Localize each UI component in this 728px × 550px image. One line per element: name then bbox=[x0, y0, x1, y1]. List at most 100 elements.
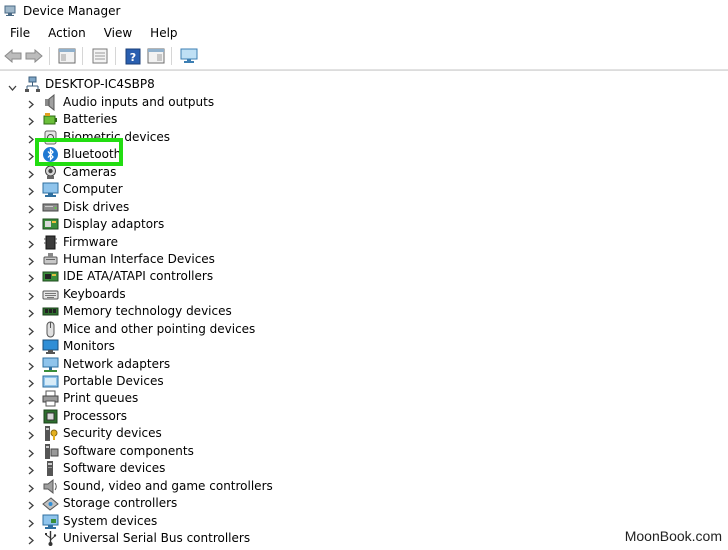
chevron-right-icon[interactable] bbox=[27, 499, 35, 510]
tree-item-label: Bluetooth bbox=[63, 147, 122, 162]
tree-item-network-adapter[interactable]: Network adapters bbox=[0, 356, 400, 373]
security-device-icon bbox=[42, 425, 59, 442]
chevron-right-icon[interactable] bbox=[27, 360, 35, 371]
computer-network-icon bbox=[24, 76, 41, 93]
processor-icon bbox=[42, 408, 59, 425]
forward-arrow-icon[interactable] bbox=[24, 46, 44, 66]
window-title: Device Manager bbox=[23, 4, 121, 18]
tree-item-keyboard[interactable]: Keyboards bbox=[0, 286, 400, 303]
chevron-right-icon[interactable] bbox=[27, 220, 35, 231]
tree-item-label: Audio inputs and outputs bbox=[63, 95, 215, 109]
chevron-right-icon[interactable] bbox=[27, 98, 35, 109]
camera-icon bbox=[42, 164, 59, 181]
chevron-right-icon[interactable] bbox=[27, 133, 35, 144]
chevron-right-icon[interactable] bbox=[27, 464, 35, 475]
chevron-right-icon[interactable] bbox=[27, 115, 35, 126]
tree-item-display-adapter[interactable]: Display adaptors bbox=[0, 216, 400, 233]
tree-item-usb-controller[interactable]: Universal Serial Bus controllers bbox=[0, 530, 400, 547]
tree-item-label: Mice and other pointing devices bbox=[63, 321, 256, 336]
tree-item-mouse[interactable]: Mice and other pointing devices bbox=[0, 321, 400, 338]
tree-item-disk-drive[interactable]: Disk drives bbox=[0, 199, 400, 216]
tree-item-monitor[interactable]: Monitors bbox=[0, 338, 400, 355]
tree-item-speaker[interactable]: Audio inputs and outputs bbox=[0, 93, 400, 112]
network-adapter-icon bbox=[42, 356, 59, 373]
chevron-down-icon[interactable] bbox=[8, 81, 17, 91]
printer-icon bbox=[42, 390, 59, 407]
chevron-right-icon[interactable] bbox=[27, 342, 35, 353]
tree-item-hid[interactable]: Human Interface Devices bbox=[0, 251, 400, 268]
ide-controller-icon bbox=[42, 268, 59, 285]
tree-item-storage-controller[interactable]: Storage controllers bbox=[0, 495, 400, 512]
keyboard-icon bbox=[42, 286, 59, 303]
system-device-icon bbox=[42, 513, 59, 530]
toolbar: ? bbox=[0, 43, 728, 70]
tree-item-label: IDE ATA/ATAPI controllers bbox=[63, 269, 214, 284]
details-pane-icon[interactable] bbox=[90, 46, 110, 66]
tree-item-label: Human Interface Devices bbox=[63, 251, 215, 266]
tree-item-bluetooth[interactable]: Bluetooth bbox=[0, 146, 400, 163]
tree-item-sound-controller[interactable]: Sound, video and game controllers bbox=[0, 478, 400, 495]
scan-hardware-icon[interactable] bbox=[179, 46, 199, 66]
chevron-right-icon[interactable] bbox=[27, 203, 35, 214]
tree-item-label: Software components bbox=[63, 443, 194, 458]
chevron-right-icon[interactable] bbox=[27, 272, 35, 283]
computer-name: DESKTOP-IC4SBP8 bbox=[45, 77, 155, 91]
tree-item-firmware[interactable]: Firmware bbox=[0, 234, 400, 251]
menu-action[interactable]: Action bbox=[38, 26, 94, 40]
chevron-right-icon[interactable] bbox=[27, 482, 35, 493]
menu-file[interactable]: File bbox=[0, 26, 38, 40]
tree-item-label: Firmware bbox=[63, 234, 118, 249]
chevron-right-icon[interactable] bbox=[27, 394, 35, 405]
chevron-right-icon[interactable] bbox=[27, 238, 35, 249]
tree-item-label: Storage controllers bbox=[63, 496, 178, 511]
tree-item-security-device[interactable]: Security devices bbox=[0, 425, 400, 442]
device-manager-icon bbox=[4, 5, 16, 17]
speaker-icon bbox=[42, 93, 59, 112]
chevron-right-icon[interactable] bbox=[27, 150, 35, 161]
tree-item-portable-device[interactable]: Portable Devices bbox=[0, 373, 400, 390]
tree-item-label: Portable Devices bbox=[63, 374, 164, 389]
back-arrow-icon[interactable] bbox=[3, 46, 23, 66]
tree-item-label: Computer bbox=[63, 182, 123, 197]
tree-item-ide-controller[interactable]: IDE ATA/ATAPI controllers bbox=[0, 268, 400, 285]
chevron-right-icon[interactable] bbox=[27, 168, 35, 179]
tree-item-memory[interactable]: Memory technology devices bbox=[0, 303, 400, 320]
tree-item-label: Processors bbox=[63, 408, 128, 423]
tree-item-printer[interactable]: Print queues bbox=[0, 390, 400, 407]
tree-item-battery[interactable]: Batteries bbox=[0, 111, 400, 128]
view-pane-icon[interactable] bbox=[146, 46, 166, 66]
tree-item-biometric[interactable]: Biometric devices bbox=[0, 129, 400, 146]
chevron-right-icon[interactable] bbox=[27, 517, 35, 528]
tree-item-label: Security devices bbox=[63, 426, 162, 441]
chevron-right-icon[interactable] bbox=[27, 429, 35, 440]
chevron-right-icon[interactable] bbox=[27, 534, 35, 545]
chevron-right-icon[interactable] bbox=[27, 325, 35, 336]
help-icon[interactable]: ? bbox=[123, 46, 143, 66]
memory-icon bbox=[42, 303, 59, 320]
tree-item-software-component[interactable]: Software components bbox=[0, 443, 400, 460]
properties-pane-icon[interactable] bbox=[57, 46, 77, 66]
chevron-right-icon[interactable] bbox=[27, 307, 35, 318]
tree-item-label: Software devices bbox=[63, 461, 166, 476]
tree-item-label: Monitors bbox=[63, 339, 115, 354]
chevron-right-icon[interactable] bbox=[27, 377, 35, 388]
menu-help[interactable]: Help bbox=[140, 26, 185, 40]
battery-icon bbox=[42, 111, 59, 128]
chevron-right-icon[interactable] bbox=[27, 185, 35, 196]
tree-item-processor[interactable]: Processors bbox=[0, 408, 400, 425]
tree-item-software-device[interactable]: Software devices bbox=[0, 460, 400, 477]
tree-item-computer[interactable]: Computer bbox=[0, 181, 400, 198]
portable-device-icon bbox=[42, 373, 59, 390]
tree-item-label: Display adaptors bbox=[63, 217, 165, 232]
chevron-right-icon[interactable] bbox=[27, 290, 35, 301]
tree-item-system-device[interactable]: System devices bbox=[0, 513, 400, 530]
menu-view[interactable]: View bbox=[94, 26, 140, 40]
chevron-right-icon[interactable] bbox=[27, 412, 35, 423]
tree-item-label: Print queues bbox=[63, 391, 139, 406]
tree-item-label: Sound, video and game controllers bbox=[63, 478, 273, 493]
chevron-right-icon[interactable] bbox=[27, 447, 35, 458]
chevron-right-icon[interactable] bbox=[27, 255, 35, 266]
watermark-text: MoonBook.com bbox=[624, 528, 722, 544]
toolbar-separator bbox=[49, 47, 50, 65]
tree-item-camera[interactable]: Cameras bbox=[0, 164, 400, 181]
